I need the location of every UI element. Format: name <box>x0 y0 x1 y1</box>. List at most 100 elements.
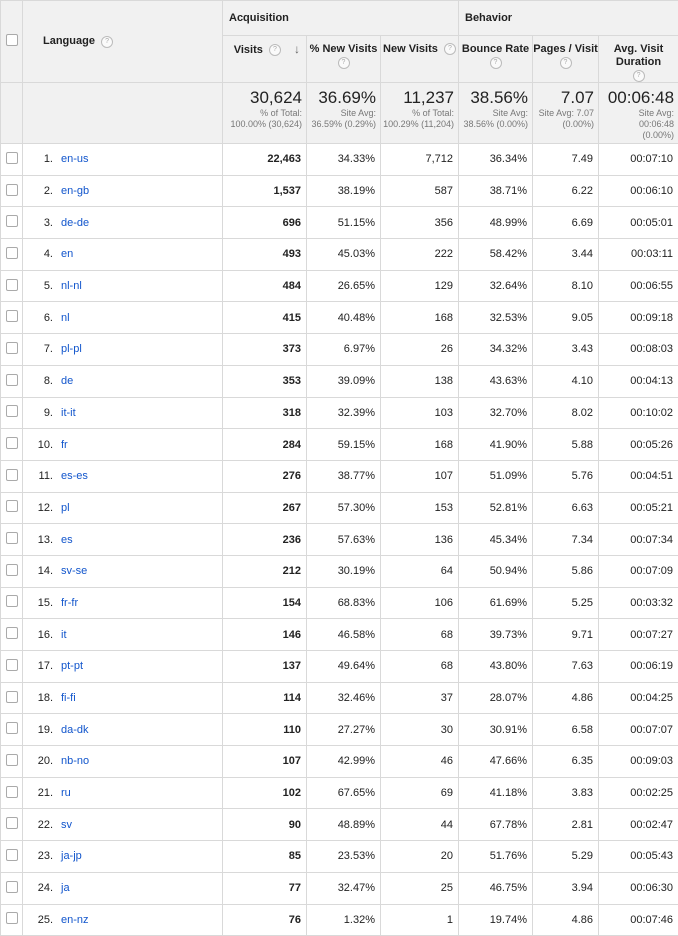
pages-per-visit-cell: 5.29 <box>533 841 599 873</box>
row-checkbox[interactable] <box>6 881 18 893</box>
pct-new-visits-cell: 39.09% <box>307 365 381 397</box>
new-visits-cell: 25 <box>381 872 459 904</box>
language-link[interactable]: ru <box>61 787 71 799</box>
row-checkbox[interactable] <box>6 817 18 829</box>
row-checkbox[interactable] <box>6 184 18 196</box>
row-checkbox[interactable] <box>6 342 18 354</box>
pages-per-visit-cell: 3.43 <box>533 334 599 366</box>
row-checkbox[interactable] <box>6 627 18 639</box>
language-header[interactable]: Language ? <box>23 1 223 83</box>
help-icon[interactable]: ? <box>633 70 645 82</box>
language-link[interactable]: de-de <box>61 217 89 229</box>
row-checkbox[interactable] <box>6 532 18 544</box>
language-link[interactable]: en-us <box>61 153 89 165</box>
help-icon[interactable]: ? <box>490 57 502 69</box>
bounce-rate-header[interactable]: Bounce Rate ? <box>459 36 533 83</box>
pages-per-visit-cell: 4.86 <box>533 904 599 936</box>
language-link[interactable]: en-gb <box>61 185 89 197</box>
row-checkbox[interactable] <box>6 722 18 734</box>
total-bounce-rate: 38.56% Site Avg: 38.56% (0.00%) <box>459 83 533 144</box>
new-visits-cell: 168 <box>381 302 459 334</box>
pages-per-visit-cell: 9.71 <box>533 619 599 651</box>
help-icon[interactable]: ? <box>269 44 281 56</box>
row-checkbox[interactable] <box>6 595 18 607</box>
row-checkbox[interactable] <box>6 437 18 449</box>
table-row: 23.ja-jp8523.53%2051.76%5.2900:05:43 <box>1 841 678 873</box>
avg-visit-duration-cell: 00:02:47 <box>599 809 678 841</box>
row-checkbox[interactable] <box>6 691 18 703</box>
visits-cell: 146 <box>223 619 307 651</box>
row-checkbox[interactable] <box>6 405 18 417</box>
sort-descending-icon[interactable]: ↓ <box>294 42 300 56</box>
pct-new-visits-cell: 38.19% <box>307 175 381 207</box>
avg-visit-duration-header[interactable]: Avg. Visit Duration ? <box>599 36 678 83</box>
pct-new-visits-header[interactable]: % New Visits ? <box>307 36 381 83</box>
visits-cell: 114 <box>223 682 307 714</box>
table-row: 3.de-de69651.15%35648.99%6.6900:05:01 <box>1 207 678 239</box>
language-link[interactable]: es <box>61 534 73 546</box>
language-link[interactable]: pl <box>61 502 70 514</box>
pct-new-visits-cell: 32.47% <box>307 872 381 904</box>
row-checkbox[interactable] <box>6 310 18 322</box>
language-link[interactable]: nl-nl <box>61 280 82 292</box>
language-link[interactable]: en <box>61 248 73 260</box>
new-visits-cell: 153 <box>381 492 459 524</box>
language-link[interactable]: fi-fi <box>61 692 76 704</box>
help-icon[interactable]: ? <box>560 57 572 69</box>
row-checkbox[interactable] <box>6 374 18 386</box>
row-checkbox[interactable] <box>6 500 18 512</box>
help-icon[interactable]: ? <box>338 57 350 69</box>
row-checkbox[interactable] <box>6 754 18 766</box>
language-link[interactable]: de <box>61 375 73 387</box>
row-checkbox[interactable] <box>6 564 18 576</box>
help-icon[interactable]: ? <box>444 43 456 55</box>
language-link[interactable]: da-dk <box>61 724 89 736</box>
table-row: 4.en49345.03%22258.42%3.4400:03:11 <box>1 239 678 271</box>
row-checkbox[interactable] <box>6 849 18 861</box>
row-index: 7. <box>31 343 61 355</box>
language-link[interactable]: pl-pl <box>61 343 82 355</box>
avg-visit-duration-cell: 00:06:19 <box>599 651 678 683</box>
new-visits-cell: 129 <box>381 270 459 302</box>
total-avg-visit-duration: 00:06:48 Site Avg: 00:06:48 (0.00%) <box>599 83 678 144</box>
row-index: 9. <box>31 407 61 419</box>
pages-per-visit-cell: 3.44 <box>533 239 599 271</box>
table-row: 12.pl26757.30%15352.81%6.6300:05:21 <box>1 492 678 524</box>
avg-visit-duration-cell: 00:04:25 <box>599 682 678 714</box>
language-link[interactable]: nb-no <box>61 755 89 767</box>
language-link[interactable]: sv-se <box>61 565 87 577</box>
row-checkbox[interactable] <box>6 912 18 924</box>
language-link[interactable]: es-es <box>61 470 88 482</box>
pct-new-visits-cell: 1.32% <box>307 904 381 936</box>
row-checkbox[interactable] <box>6 247 18 259</box>
pages-per-visit-header[interactable]: Pages / Visit ? <box>533 36 599 83</box>
avg-visit-duration-cell: 00:06:10 <box>599 175 678 207</box>
totals-label-cell <box>23 83 223 144</box>
language-link[interactable]: en-nz <box>61 914 89 926</box>
visits-cell: 415 <box>223 302 307 334</box>
row-checkbox[interactable] <box>6 152 18 164</box>
language-link[interactable]: pt-pt <box>61 660 83 672</box>
language-link[interactable]: nl <box>61 312 70 324</box>
language-link[interactable]: ja-jp <box>61 850 82 862</box>
language-link[interactable]: sv <box>61 819 72 831</box>
pages-per-visit-cell: 4.10 <box>533 365 599 397</box>
language-link[interactable]: fr <box>61 439 68 451</box>
language-link[interactable]: fr-fr <box>61 597 78 609</box>
language-link[interactable]: it-it <box>61 407 76 419</box>
table-row: 18.fi-fi11432.46%3728.07%4.8600:04:25 <box>1 682 678 714</box>
language-link[interactable]: ja <box>61 882 70 894</box>
visits-header[interactable]: Visits ? ↓ <box>223 36 307 83</box>
row-checkbox[interactable] <box>6 279 18 291</box>
bounce-rate-cell: 47.66% <box>459 746 533 778</box>
row-checkbox[interactable] <box>6 786 18 798</box>
select-all-checkbox[interactable] <box>6 34 18 46</box>
row-checkbox[interactable] <box>6 215 18 227</box>
language-link[interactable]: it <box>61 629 67 641</box>
help-icon[interactable]: ? <box>101 36 113 48</box>
bounce-rate-cell: 50.94% <box>459 555 533 587</box>
pct-new-visits-cell: 45.03% <box>307 239 381 271</box>
row-checkbox[interactable] <box>6 469 18 481</box>
new-visits-header[interactable]: New Visits ? <box>381 36 459 83</box>
row-checkbox[interactable] <box>6 659 18 671</box>
